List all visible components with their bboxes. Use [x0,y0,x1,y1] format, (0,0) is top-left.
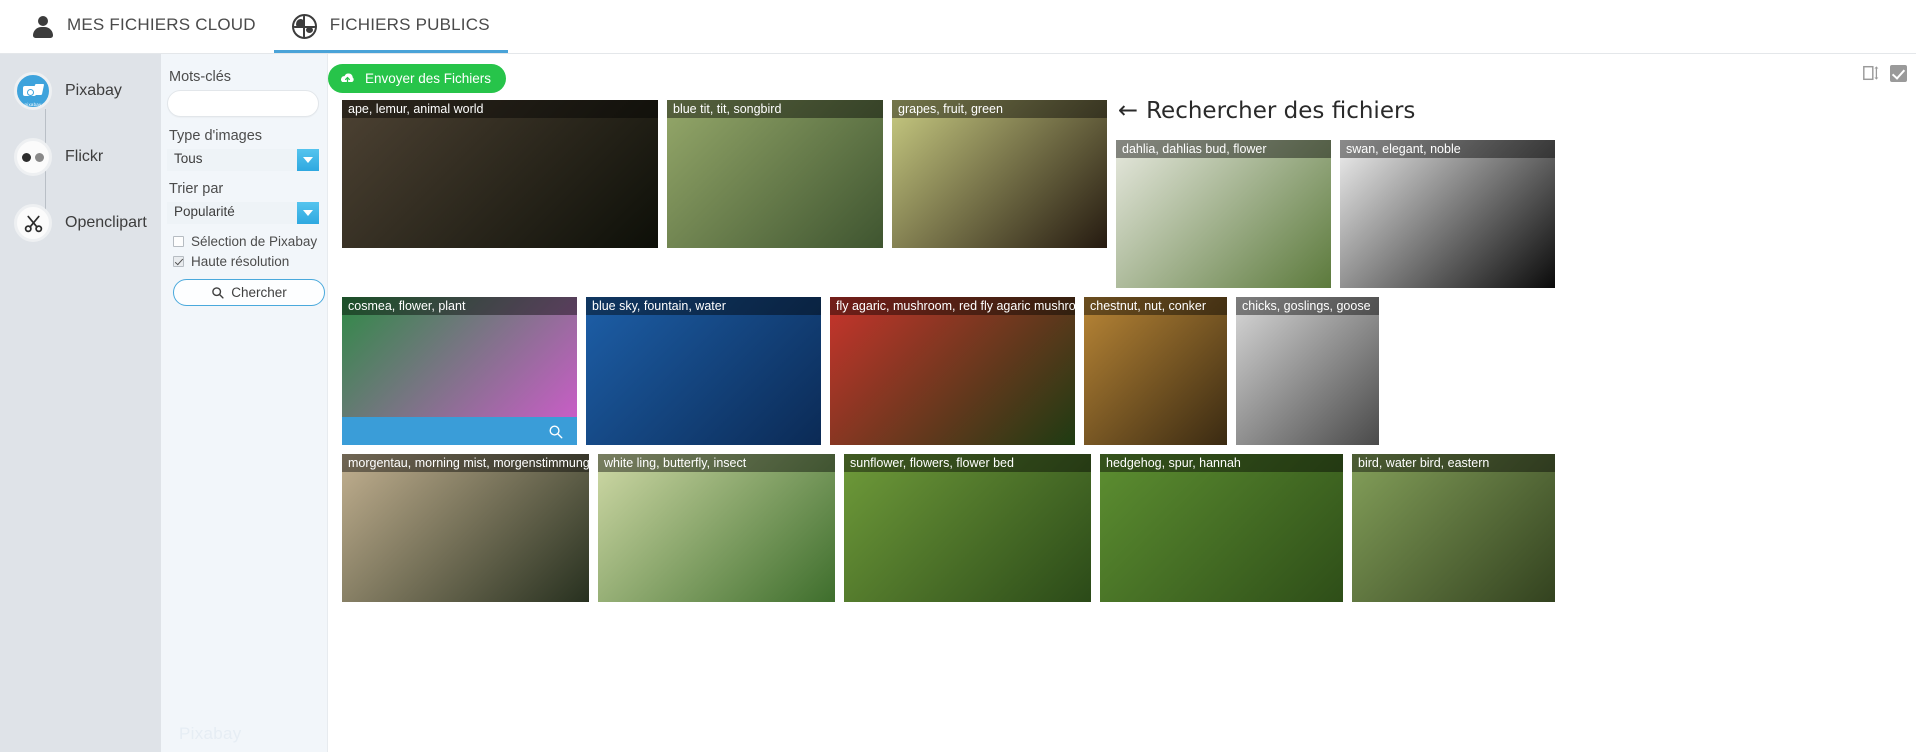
search-icon [212,287,224,299]
image-thumbnail [830,297,1075,445]
sidebar-item-openclipart-label: Openclipart [65,214,147,231]
sidebar-item-pixabay[interactable]: pixabay Pixabay [0,68,161,114]
person-icon [32,15,54,39]
image-thumbnail [667,100,883,248]
image-tile-caption: fly agaric, mushroom, red fly agaric mus… [830,297,1075,315]
tab-mes-fichiers-cloud-label: MES FICHIERS CLOUD [67,15,256,34]
image-thumbnail [342,454,589,602]
chevron-down-icon[interactable] [297,149,319,171]
image-tile[interactable]: hedgehog, spur, hannah [1100,454,1343,602]
sidebar-item-pixabay-label: Pixabay [65,82,122,99]
checkbox-unchecked-icon [173,236,184,247]
image-tile[interactable]: dahlia, dahlias bud, flower [1116,140,1331,288]
sidebar-item-flickr-label: Flickr [65,148,104,165]
image-tile-hover-bar [342,417,577,445]
sort-select[interactable]: Popularité [167,202,319,224]
sort-label: Trier par [169,181,224,197]
image-tile-caption: chestnut, nut, conker [1084,297,1227,315]
image-thumbnail [844,454,1091,602]
cloud-upload-icon [341,73,354,83]
content-area: Envoyer des Fichiers ← Rechercher des fic… [328,54,1916,752]
resize-height-icon[interactable] [1862,64,1880,82]
checkbox-high-resolution-label: Haute résolution [191,254,290,269]
image-thumbnail [1340,140,1555,288]
image-tile-caption: white ling, butterfly, insect [598,454,835,472]
preview-search-icon[interactable] [548,424,563,439]
tab-fichiers-publics[interactable]: FICHIERS PUBLICS [273,0,508,53]
image-thumbnail [1352,454,1555,602]
image-tile[interactable]: cosmea, flower, plant [342,297,577,445]
checkbox-editors-choice[interactable]: Sélection de Pixabay [173,234,321,249]
image-tile[interactable]: ape, lemur, animal world [342,100,658,248]
image-type-select[interactable]: Tous [167,149,319,171]
image-tile-caption: hedgehog, spur, hannah [1100,454,1343,472]
image-thumbnail [1100,454,1343,602]
image-type-value: Tous [167,149,297,171]
search-button-label: Chercher [231,285,287,300]
image-tile-caption: bird, water bird, eastern [1352,454,1555,472]
sidebar-item-openclipart[interactable]: Openclipart [0,200,161,246]
image-tile[interactable]: sunflower, flowers, flower bed [844,454,1091,602]
image-tile[interactable]: blue sky, fountain, water [586,297,821,445]
image-tile[interactable]: white ling, butterfly, insect [598,454,835,602]
pixabay-icon: pixabay [14,72,52,110]
image-tile[interactable]: bird, water bird, eastern [1352,454,1555,602]
image-tile-caption: dahlia, dahlias bud, flower [1116,140,1331,158]
search-button[interactable]: Chercher [173,279,325,306]
main-area: pixabay Pixabay Flickr Openclipart Mots-… [0,54,1916,752]
upload-files-button[interactable]: Envoyer des Fichiers [328,64,507,93]
image-tile-caption: cosmea, flower, plant [342,297,577,315]
image-tile[interactable]: chicks, goslings, goose [1236,297,1379,445]
image-tile-caption: blue tit, tit, songbird [667,100,883,118]
view-toolbar [1862,64,1907,82]
image-type-label: Type d'images [169,128,263,144]
provider-sidebar: pixabay Pixabay Flickr Openclipart [0,54,161,752]
image-tile-caption: grapes, fruit, green [892,100,1107,118]
image-tile-caption: swan, elegant, noble [1340,140,1555,158]
image-grid-row: morgentau, morning mist, morgenstimmung w… [342,454,1916,602]
scissors-icon [14,204,52,242]
top-tab-bar: MES FICHIERS CLOUD FICHIERS PUBLICS [0,0,1916,54]
select-all-checkbox[interactable] [1890,64,1907,82]
image-thumbnail [342,100,658,248]
image-tile-caption: morgentau, morning mist, morgenstimmung [342,454,589,472]
image-thumbnail [1116,140,1331,288]
image-tile[interactable]: blue tit, tit, songbird [667,100,883,248]
globe-icon [291,14,317,39]
image-thumbnail [892,100,1107,248]
keywords-label: Mots-clés [169,69,232,85]
image-tile-caption: chicks, goslings, goose [1236,297,1379,315]
checkbox-editors-choice-label: Sélection de Pixabay [191,234,318,249]
image-tile-caption: sunflower, flowers, flower bed [844,454,1091,472]
image-grid-row: ape, lemur, animal world blue tit, tit, s… [342,100,1916,288]
image-tile[interactable]: fly agaric, mushroom, red fly agaric mus… [830,297,1075,445]
upload-files-label: Envoyer des Fichiers [365,71,492,86]
chevron-down-icon[interactable] [297,202,319,224]
search-input[interactable] [167,90,319,117]
search-panel: Mots-clés Type d'images Tous Trier par P… [161,54,328,752]
sort-value: Popularité [167,202,297,224]
tab-fichiers-publics-label: FICHIERS PUBLICS [329,15,490,34]
image-grid-row: cosmea, flower, plant blue sky, fountain,… [342,297,1916,445]
image-thumbnail [586,297,821,445]
checkbox-high-resolution[interactable]: Haute résolution [173,254,321,269]
image-thumbnail [1084,297,1227,445]
image-tile-caption: blue sky, fountain, water [586,297,821,315]
tab-mes-fichiers-cloud[interactable]: MES FICHIERS CLOUD [14,0,274,53]
image-tile[interactable]: grapes, fruit, green [892,100,1107,248]
flickr-icon [14,138,52,176]
panel-watermark: Pixabay [179,724,242,743]
image-tile[interactable]: swan, elegant, noble [1340,140,1555,288]
image-thumbnail [1236,297,1379,445]
image-grid: ape, lemur, animal world blue tit, tit, s… [342,100,1916,752]
image-tile-caption: ape, lemur, animal world [342,100,658,118]
image-thumbnail [598,454,835,602]
image-tile[interactable]: morgentau, morning mist, morgenstimmung [342,454,589,602]
sidebar-item-flickr[interactable]: Flickr [0,134,161,180]
checkbox-checked-icon [173,256,184,267]
image-tile[interactable]: chestnut, nut, conker [1084,297,1227,445]
